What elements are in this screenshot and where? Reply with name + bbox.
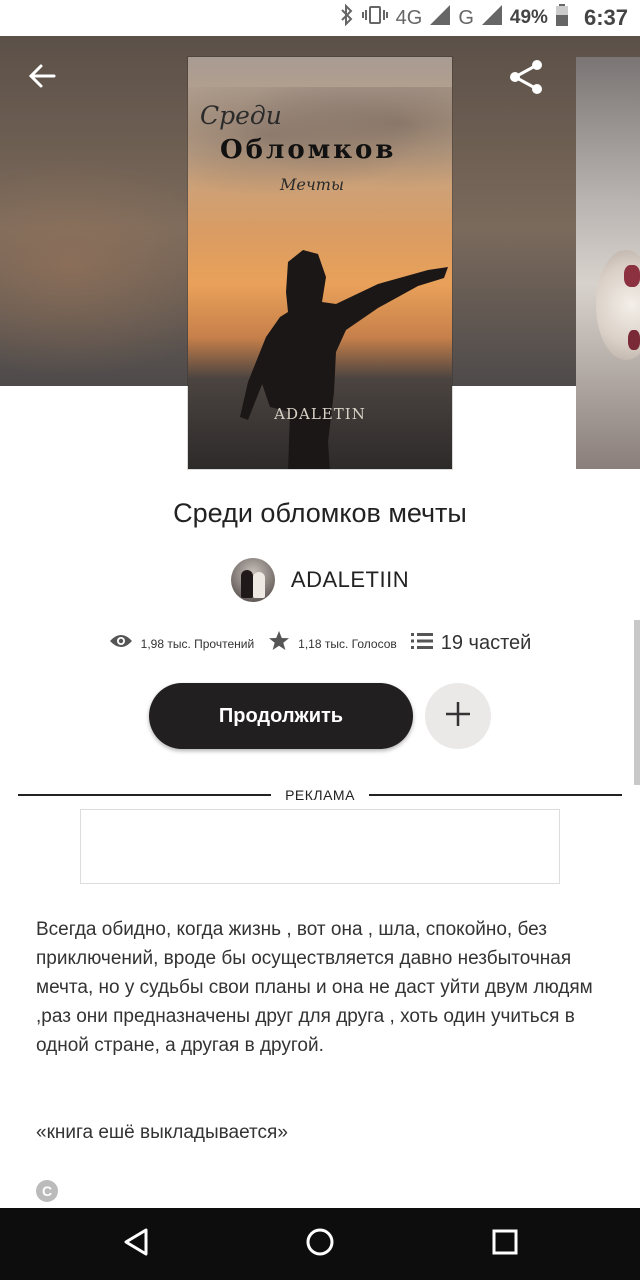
ad-divider: РЕКЛАМА (18, 785, 623, 805)
book-title: Среди обломков мечты (173, 498, 467, 528)
next-cover-berry-2 (628, 330, 640, 350)
nav-back-button[interactable] (114, 1222, 158, 1266)
share-icon (506, 57, 546, 102)
next-cover-berry (624, 265, 640, 287)
author-name[interactable]: ADALETIIN (291, 567, 409, 593)
cover-silhouette (240, 250, 448, 469)
book-description: Всегда обидно, когда жизнь , вот она , ш… (36, 919, 604, 1056)
reads-count: 1,98 тыс. Прочтений (140, 636, 255, 651)
battery-percent: 49% (509, 7, 548, 28)
ad-divider-line-left (18, 794, 272, 796)
add-to-library-button[interactable] (425, 683, 491, 749)
signal-icon (430, 5, 451, 31)
stats-row: 1,98 тыс. Прочтений 1,18 тыс. Голосов 19… (0, 630, 640, 657)
clock: 6:37 (583, 5, 628, 30)
back-button[interactable] (20, 56, 64, 100)
ad-divider-line-right (368, 794, 623, 796)
author-row[interactable]: ADALETIIN (0, 558, 640, 602)
nav-back-triangle-icon (122, 1227, 150, 1262)
parts-stat[interactable]: 19 частей (410, 632, 532, 655)
status-note: «книга ешё выкладывается» (36, 1122, 288, 1143)
ad-banner[interactable] (80, 809, 560, 884)
copyright-icon: C (36, 1180, 58, 1202)
cover-author: ADALETIN (274, 405, 366, 423)
reads-stat: 1,98 тыс. Прочтений (109, 633, 255, 654)
cover-title-line2: Обломков (220, 135, 397, 165)
navigation-bar (0, 1208, 640, 1280)
network-g-label: G (458, 6, 474, 29)
arrow-left-icon (28, 62, 56, 95)
cover-title-line1: Среди (200, 101, 282, 130)
signal-icon-2 (481, 5, 502, 31)
ad-label: РЕКЛАМА (285, 787, 355, 803)
continue-reading-button[interactable]: Продолжить (149, 683, 413, 749)
book-cover: Среди Обломков Мечты ADALETIN (188, 57, 452, 469)
avatar[interactable] (230, 558, 275, 602)
bluetooth-icon (340, 3, 354, 32)
votes-stat: 1,18 тыс. Голосов (268, 630, 397, 657)
list-icon (410, 632, 433, 655)
network-4g-label: 4G (395, 6, 423, 29)
nav-recents-square-icon (492, 1229, 518, 1260)
avatar-figure (240, 570, 253, 598)
status-bar: 4G G 49% 6:37 (0, 0, 640, 36)
plus-icon (445, 701, 471, 732)
eye-icon (109, 633, 133, 654)
cover-title-line3: Мечты (280, 175, 345, 194)
battery-icon (555, 4, 568, 32)
nav-recents-button[interactable] (483, 1222, 527, 1266)
vibrate-icon (361, 5, 388, 31)
status-icons: 4G G 49% 6:37 (340, 0, 628, 36)
parts-count[interactable]: 19 частей (441, 632, 532, 655)
star-icon (268, 630, 290, 657)
nav-home-button[interactable] (298, 1222, 342, 1266)
votes-count: 1,18 тыс. Голосов (298, 636, 397, 651)
avatar-figure-2 (252, 572, 265, 598)
share-button[interactable] (503, 56, 549, 102)
scrollbar[interactable] (634, 620, 640, 785)
nav-home-circle-icon (305, 1227, 335, 1262)
